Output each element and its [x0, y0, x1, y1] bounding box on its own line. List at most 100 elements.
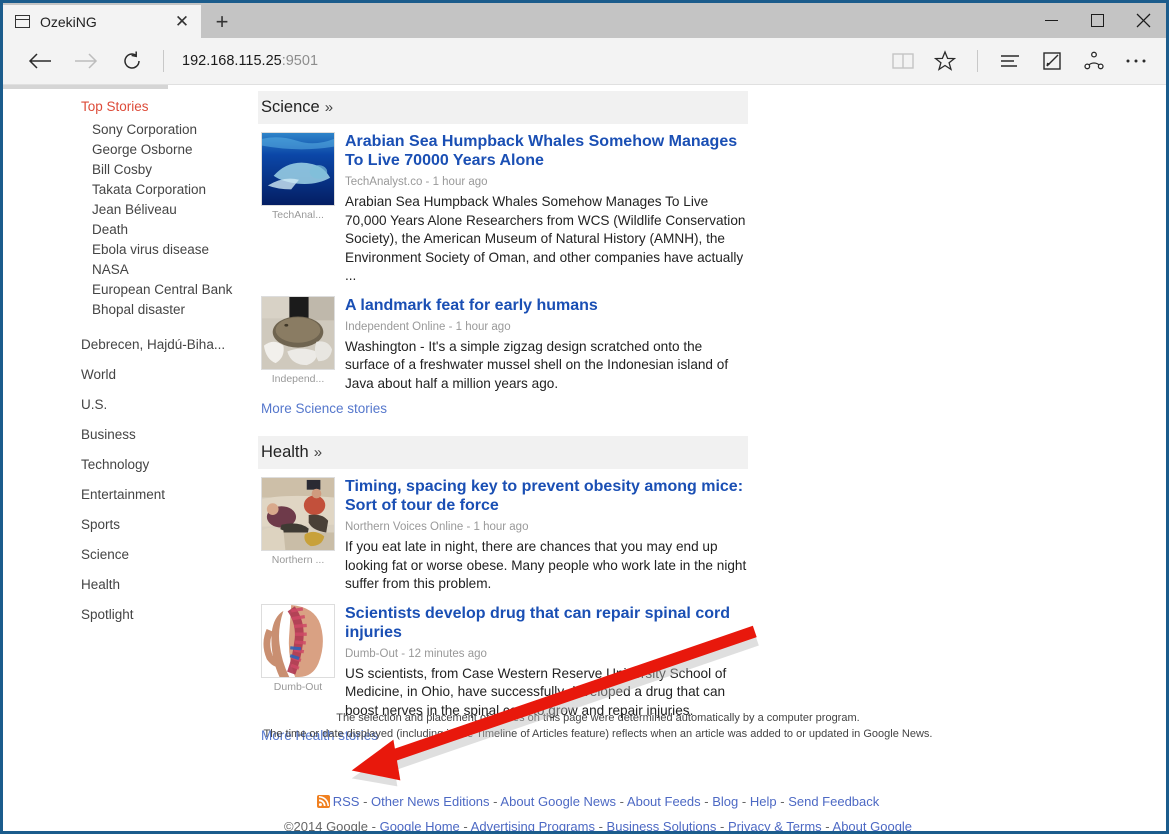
footer-disclaimer-line-1: The selection and placement of stories o… [336, 712, 860, 724]
article-snippet: Washington - It's a simple zigzag design… [345, 338, 729, 391]
sidebar-item-sports[interactable]: Sports [81, 510, 258, 540]
chevron-right-icon: » [313, 444, 323, 461]
web-note-icon[interactable] [1032, 41, 1072, 81]
article-item: Northern ... Timing, spacing key to prev… [258, 469, 748, 596]
footer-separator: - [741, 794, 747, 809]
address-bar[interactable]: 192.168.115.25:9501 [170, 41, 883, 81]
sidebar-item-technology[interactable]: Technology [81, 450, 258, 480]
footer-separator: - [704, 794, 709, 809]
address-port: :9501 [281, 53, 319, 69]
sidebar-item-bill-cosby[interactable]: Bill Cosby [81, 160, 258, 180]
sidebar-item-bhopal-disaster[interactable]: Bhopal disaster [81, 300, 258, 320]
rss-link[interactable]: RSS [333, 794, 360, 809]
close-window-button[interactable] [1120, 3, 1166, 38]
toolbar-divider [163, 50, 164, 72]
section-health: Health » Northern ... Timing, spacing ke… [258, 436, 748, 743]
whale-underwater-photo-thumbnail[interactable] [261, 132, 335, 206]
mussel-shell-photo-thumbnail[interactable] [261, 295, 335, 370]
section-header-health[interactable]: Health » [258, 436, 748, 469]
sidebar-top-stories-list: Sony Corporation George Osborne Bill Cos… [81, 120, 258, 320]
page-icon [15, 15, 30, 28]
more-science-stories-link[interactable]: More Science stories [258, 395, 387, 416]
blog-link[interactable]: Blog [712, 794, 738, 809]
google-home-link[interactable]: Google Home [380, 819, 460, 831]
sidebar-item-us[interactable]: U.S. [81, 390, 258, 420]
section-title: Health [261, 443, 309, 461]
forward-arrow-icon[interactable] [63, 41, 109, 81]
sidebar-item-world[interactable]: World [81, 360, 258, 390]
sidebar-item-death[interactable]: Death [81, 220, 258, 240]
browser-tab[interactable]: OzekiNG ✕ [3, 5, 201, 38]
close-tab-icon[interactable]: ✕ [169, 9, 195, 35]
sidebar-item-george-osborne[interactable]: George Osborne [81, 140, 258, 160]
article-title[interactable]: A landmark feat for early humans [345, 296, 748, 315]
back-arrow-icon[interactable] [17, 41, 63, 81]
advertising-programs-link[interactable]: Advertising Programs [471, 819, 595, 831]
privacy-terms-link[interactable]: Privacy & Terms [728, 819, 822, 831]
tab-title: OzekiNG [40, 13, 97, 30]
footer-separator: - [619, 794, 625, 809]
sidebar-item-science[interactable]: Science [81, 540, 258, 570]
more-icon[interactable] [1116, 41, 1156, 81]
section-title: Science [261, 98, 320, 116]
new-tab-button[interactable]: + [201, 5, 243, 38]
copyright-text: ©2014 Google [283, 819, 368, 831]
thumbnail-caption: Dumb-Out [273, 680, 323, 693]
sidebar-item-nasa[interactable]: NASA [81, 260, 258, 280]
page-footer: The selection and placement of stories o… [258, 710, 938, 831]
sidebar-item-takata-corporation[interactable]: Takata Corporation [81, 180, 258, 200]
share-icon[interactable] [1074, 41, 1114, 81]
sidebar-item-health[interactable]: Health [81, 570, 258, 600]
spine-anatomy-illustration-thumbnail[interactable] [261, 603, 335, 678]
section-header-science[interactable]: Science » [258, 91, 748, 124]
article-snippet: Arabian Sea Humpback Whales Somehow Mana… [345, 194, 746, 283]
article-meta: Dumb-Out - 12 minutes ago [345, 647, 487, 660]
article-meta: TechAnalyst.co - 1 hour ago [345, 176, 488, 188]
page-viewport: Top Stories Sony Corporation George Osbo… [3, 85, 1166, 831]
reading-view-icon[interactable] [883, 41, 923, 81]
minimize-button[interactable] [1028, 3, 1074, 38]
article-body: Timing, spacing key to prevent obesity a… [345, 477, 748, 594]
sidebar-item-jean-beliveau[interactable]: Jean Béliveau [81, 200, 258, 220]
send-feedback-link[interactable]: Send Feedback [788, 794, 879, 809]
window-controls [1028, 3, 1166, 38]
horizontal-scrollbar[interactable] [3, 85, 168, 89]
footer-separator: - [825, 819, 830, 831]
favorites-star-icon[interactable] [925, 41, 965, 81]
about-feeds-link[interactable]: About Feeds [627, 794, 701, 809]
article-thumbnail-wrap: Northern ... [261, 477, 345, 594]
footer-separator: - [371, 819, 376, 831]
sidebar-item-location[interactable]: Debrecen, Hajdú-Biha... [81, 330, 258, 360]
hub-icon[interactable] [990, 41, 1030, 81]
article-thumbnail-wrap: Independ... [261, 295, 345, 394]
about-google-news-link[interactable]: About Google News [500, 794, 616, 809]
article-body: Arabian Sea Humpback Whales Somehow Mana… [345, 132, 748, 286]
footer-separator: - [720, 819, 725, 831]
rss-icon[interactable] [316, 795, 330, 808]
sidebar-item-sony-corporation[interactable]: Sony Corporation [81, 120, 258, 140]
other-news-editions-link[interactable]: Other News Editions [371, 794, 490, 809]
browser-toolbar: 192.168.115.25:9501 [3, 38, 1166, 85]
about-google-link[interactable]: About Google [833, 819, 913, 831]
maximize-button[interactable] [1074, 3, 1120, 38]
people-on-couch-photo-thumbnail[interactable] [261, 477, 335, 551]
footer-copyright-row: ©2014 Google - Google Home - Advertising… [258, 819, 938, 831]
sidebar-item-spotlight[interactable]: Spotlight [81, 600, 258, 630]
toolbar-divider-2 [977, 50, 978, 72]
help-link[interactable]: Help [750, 794, 777, 809]
article-title[interactable]: Timing, spacing key to prevent obesity a… [345, 477, 748, 515]
business-solutions-link[interactable]: Business Solutions [607, 819, 717, 831]
article-title[interactable]: Scientists develop drug that can repair … [345, 604, 748, 642]
footer-separator: - [780, 794, 785, 809]
article-title[interactable]: Arabian Sea Humpback Whales Somehow Mana… [345, 132, 748, 170]
refresh-icon[interactable] [109, 41, 155, 81]
article-item: TechAnal... Arabian Sea Humpback Whales … [258, 124, 748, 288]
sidebar-item-entertainment[interactable]: Entertainment [81, 480, 258, 510]
article-body: A landmark feat for early humans Indepen… [345, 296, 748, 394]
sidebar-heading-top-stories[interactable]: Top Stories [81, 96, 258, 120]
article-item: Dumb-Out Scientists develop drug that ca… [258, 596, 748, 723]
footer-separator: - [598, 819, 603, 831]
sidebar-item-business[interactable]: Business [81, 420, 258, 450]
sidebar-item-ebola-virus-disease[interactable]: Ebola virus disease [81, 240, 258, 260]
sidebar-item-european-central-bank[interactable]: European Central Bank [81, 280, 258, 300]
